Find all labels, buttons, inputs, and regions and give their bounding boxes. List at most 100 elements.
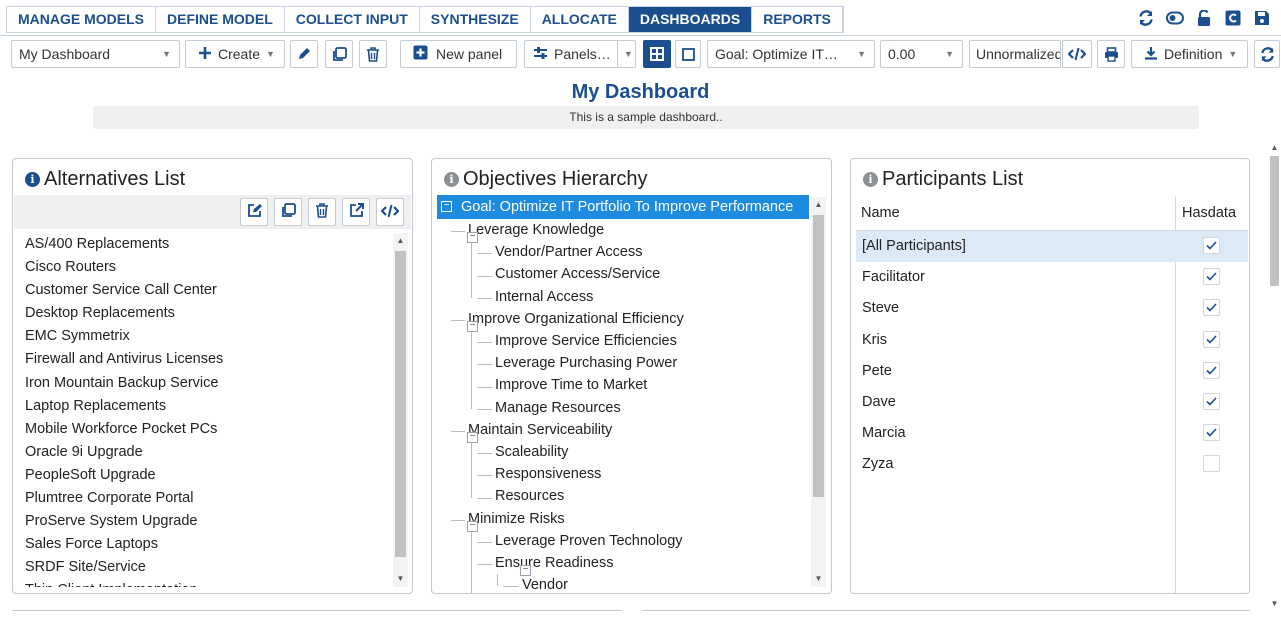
alternative-item[interactable]: AS/400 Replacements xyxy=(25,233,395,256)
alternative-item[interactable]: Laptop Replacements xyxy=(25,395,395,418)
toggle-icon[interactable] xyxy=(1166,9,1184,27)
page-scrollbar[interactable]: ▲ ▼ xyxy=(1268,140,1281,610)
tree-node[interactable]: Improve Service Efficiencies xyxy=(495,330,677,352)
tab-define-model[interactable]: DEFINE MODEL xyxy=(156,7,285,32)
tab-collect-input[interactable]: COLLECT INPUT xyxy=(284,7,420,32)
hasdata-checkbox[interactable] xyxy=(1203,299,1220,317)
alternative-item[interactable]: EMC Symmetrix xyxy=(25,325,395,348)
hasdata-checkbox[interactable] xyxy=(1203,455,1220,473)
grid-layout-button[interactable] xyxy=(643,40,671,68)
tree-node[interactable]: Improve Time to Market xyxy=(495,374,647,396)
hasdata-checkbox[interactable] xyxy=(1203,237,1220,254)
participant-row[interactable]: Dave xyxy=(856,387,1248,418)
hasdata-checkbox[interactable] xyxy=(1203,330,1220,348)
refresh-icon[interactable] xyxy=(1137,9,1155,27)
alternatives-scrollbar-thumb[interactable] xyxy=(395,251,406,557)
participant-row[interactable]: Zyza xyxy=(856,449,1248,480)
scroll-down-icon[interactable]: ▼ xyxy=(1267,596,1281,610)
hasdata-checkbox[interactable] xyxy=(1203,268,1220,286)
tree-node[interactable]: Minimize Risks xyxy=(468,508,565,530)
tab-allocate[interactable]: ALLOCATE xyxy=(530,7,629,32)
participant-row[interactable]: Steve xyxy=(856,293,1248,324)
alternative-item[interactable]: Iron Mountain Backup Service xyxy=(25,372,395,395)
page-scrollbar-thumb[interactable] xyxy=(1270,156,1279,286)
collapse-icon[interactable]: − xyxy=(467,431,478,443)
collapse-icon[interactable]: − xyxy=(467,520,478,532)
participant-row[interactable]: Kris xyxy=(856,325,1248,356)
alternative-item[interactable]: Customer Service Call Center xyxy=(25,279,395,302)
delete-button[interactable] xyxy=(359,40,387,68)
alternatives-scrollbar[interactable]: ▲ ▼ xyxy=(393,233,408,587)
tree-node[interactable]: Improve Organizational Efficiency xyxy=(468,308,684,330)
single-layout-button[interactable] xyxy=(675,40,701,68)
alternative-item[interactable]: Plumtree Corporate Portal xyxy=(25,487,395,510)
create-button[interactable]: Create ▼ xyxy=(185,40,285,68)
goal-select[interactable]: Goal: Optimize IT… ▼ xyxy=(707,40,875,68)
alternative-item[interactable]: Oracle 9i Upgrade xyxy=(25,441,395,464)
copy-button[interactable] xyxy=(325,40,353,68)
save-icon[interactable] xyxy=(1253,9,1271,27)
reload-button[interactable] xyxy=(1254,40,1280,68)
copy-panel-button[interactable] xyxy=(274,198,302,226)
tree-node[interactable]: Ensure Readiness xyxy=(495,552,614,574)
embed-code-button[interactable] xyxy=(1062,40,1092,68)
unlock-icon[interactable] xyxy=(1195,9,1213,27)
delete-panel-button[interactable] xyxy=(308,198,336,226)
alternative-item[interactable]: ProServe System Upgrade xyxy=(25,510,395,533)
alternative-item[interactable]: Desktop Replacements xyxy=(25,302,395,325)
column-header-name[interactable]: Name xyxy=(861,205,900,221)
alternative-item[interactable]: Cisco Routers xyxy=(25,256,395,279)
normalization-select[interactable]: Unnormalized xyxy=(969,40,1061,68)
alternative-item[interactable]: Firewall and Antivirus Licenses xyxy=(25,348,395,371)
edit-button[interactable] xyxy=(290,40,318,68)
tree-node[interactable]: Customer Access/Service xyxy=(495,263,660,285)
participant-row[interactable]: Marcia xyxy=(856,418,1248,449)
scroll-up-icon[interactable]: ▲ xyxy=(393,233,408,247)
tree-node[interactable]: Leverage Purchasing Power xyxy=(495,352,677,374)
tree-node[interactable]: Maintain Serviceability xyxy=(468,419,612,441)
open-external-button[interactable] xyxy=(342,198,370,226)
scroll-down-icon[interactable]: ▼ xyxy=(811,571,826,585)
tab-manage-models[interactable]: MANAGE MODELS xyxy=(7,7,156,32)
participant-row[interactable]: Facilitator xyxy=(856,262,1248,293)
participant-row[interactable]: Pete xyxy=(856,356,1248,387)
participant-row[interactable]: [All Participants] xyxy=(856,231,1248,262)
tree-node[interactable]: Internal Access xyxy=(495,286,593,308)
tree-node[interactable]: Scaleability xyxy=(495,441,568,463)
print-button[interactable] xyxy=(1097,40,1125,68)
alternative-item[interactable]: SRDF Site/Service xyxy=(25,556,395,579)
tree-node[interactable]: Leverage Proven Technology xyxy=(495,530,683,552)
new-panel-button[interactable]: New panel xyxy=(400,40,517,68)
collapse-icon[interactable]: − xyxy=(441,201,452,212)
embed-panel-button[interactable] xyxy=(376,198,404,226)
column-header-hasdata[interactable]: Hasdata xyxy=(1182,205,1236,221)
tree-node[interactable]: Leverage Knowledge xyxy=(468,219,604,241)
collapse-icon[interactable]: − xyxy=(467,232,478,244)
tree-node[interactable]: Vendor/Partner Access xyxy=(495,241,643,263)
tree-node[interactable]: Vendor xyxy=(522,574,568,593)
capture-icon[interactable] xyxy=(1224,9,1242,27)
scroll-up-icon[interactable]: ▲ xyxy=(1267,140,1281,154)
tree-node[interactable]: Manage Resources xyxy=(495,397,621,419)
info-icon[interactable]: i xyxy=(444,172,459,187)
tree-node[interactable]: Responsiveness xyxy=(495,463,601,485)
alternative-item[interactable]: PeopleSoft Upgrade xyxy=(25,464,395,487)
edit-panel-button[interactable] xyxy=(240,198,268,226)
panels-dropdown[interactable]: Panels… ▼ xyxy=(524,40,636,68)
alternative-item[interactable]: Sales Force Laptops xyxy=(25,533,395,556)
scroll-up-icon[interactable]: ▲ xyxy=(811,197,826,211)
alternative-item[interactable]: Mobile Workforce Pocket PCs xyxy=(25,418,395,441)
objectives-scrollbar-thumb[interactable] xyxy=(813,215,824,497)
tab-reports[interactable]: REPORTS xyxy=(752,7,843,32)
tab-dashboards[interactable]: DASHBOARDS xyxy=(628,7,753,32)
alternative-item[interactable]: Thin Client Implementation xyxy=(25,579,395,587)
hasdata-checkbox[interactable] xyxy=(1203,424,1220,442)
decimals-select[interactable]: 0.00 ▼ xyxy=(880,40,963,68)
definition-button[interactable]: Definition ▼ xyxy=(1131,40,1248,68)
dashboard-select[interactable]: My Dashboard ▼ xyxy=(11,40,180,68)
info-icon[interactable]: i xyxy=(863,172,878,187)
hasdata-checkbox[interactable] xyxy=(1203,361,1220,379)
scroll-down-icon[interactable]: ▼ xyxy=(393,571,408,585)
tab-synthesize[interactable]: SYNTHESIZE xyxy=(419,7,531,32)
info-icon[interactable]: i xyxy=(25,172,40,187)
